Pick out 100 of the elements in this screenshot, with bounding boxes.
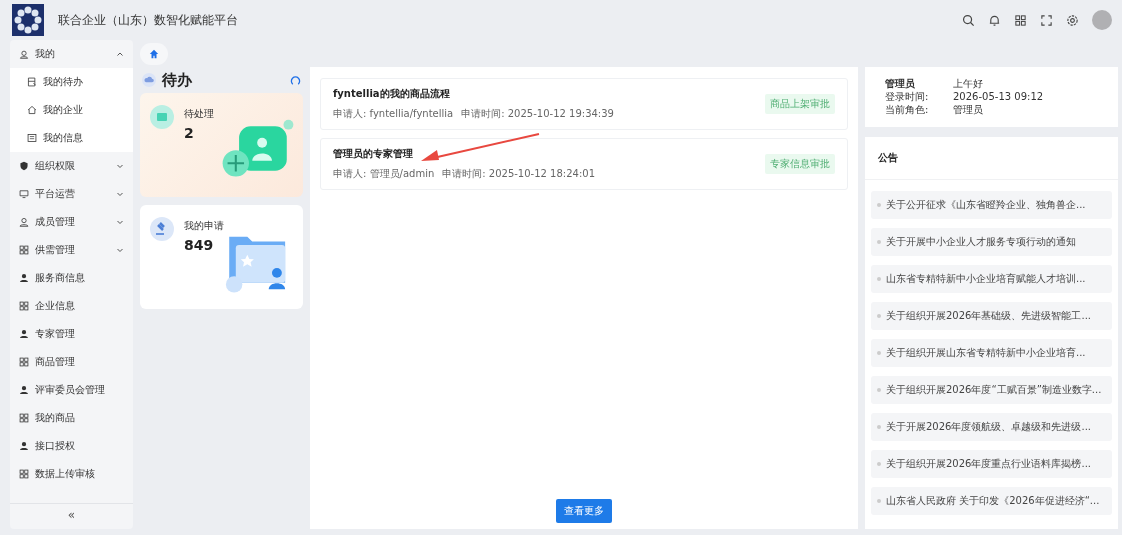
notice-item[interactable]: 关于开展中小企业人才服务专项行动的通知 (871, 228, 1112, 256)
menu-icon (19, 441, 29, 451)
menu-label: 我的信息 (43, 131, 83, 145)
notice-text: 山东省人民政府 关于印发《2026年促进经济“... (886, 494, 1100, 508)
grid-icon (19, 245, 29, 255)
menu-label: 评审委员会管理 (35, 383, 105, 397)
menu-label: 企业信息 (35, 299, 75, 313)
application-card[interactable]: 我的申请 849 (140, 205, 303, 309)
settings-icon[interactable] (1066, 13, 1079, 27)
bullet-icon (877, 351, 881, 355)
menu-label: 供需管理 (35, 243, 75, 257)
task-item[interactable]: 管理员的专家管理 申请人: 管理员/admin 申请时间: 2025-10-12 18:24:01 专家信息审批 (320, 138, 848, 190)
fullscreen-icon[interactable] (1040, 13, 1053, 27)
notice-item[interactable]: 关于公开征求《山东省瞪羚企业、独角兽企... (871, 191, 1112, 219)
app-title: 联合企业（山东）数智化赋能平台 (58, 11, 238, 29)
applicant-text: 申请人: fyntellia/fyntellia (333, 107, 454, 121)
home-icon (149, 48, 159, 59)
greeting-text: 上午好 (953, 77, 983, 90)
pending-card[interactable]: 待处理 2 (140, 93, 303, 197)
notice-item[interactable]: 山东省人民政府 关于印发《2026年促进经济“... (871, 487, 1112, 515)
menu-label: 专家管理 (35, 327, 75, 341)
menu-item[interactable]: 企业信息 (10, 292, 133, 320)
task-item[interactable]: fyntellia的我的商品流程 申请人: fyntellia/fyntellia 申请时间: 2025-10-12 19:34:39 商品上架审批 (320, 78, 848, 130)
task-title: fyntellia的我的商品流程 (333, 87, 451, 101)
menu-group[interactable]: 我的 (10, 40, 133, 68)
grid-icon[interactable] (1014, 13, 1027, 27)
notice-text: 关于开展2026年度领航级、卓越级和先进级... (886, 420, 1091, 434)
bell-icon[interactable] (988, 13, 1001, 27)
refresh-icon[interactable] (290, 74, 301, 86)
section-title: 待办 (162, 70, 192, 90)
menu-icon (19, 301, 29, 311)
view-more-button[interactable]: 查看更多 (556, 499, 612, 523)
menu-item[interactable]: 服务商信息 (10, 264, 133, 292)
notice-text: 关于公开征求《山东省瞪羚企业、独角兽企... (886, 198, 1086, 212)
menu-label: 我的商品 (35, 411, 75, 425)
menu-icon (19, 357, 29, 367)
notice-text: 山东省专精特新中小企业培育赋能人才培训... (886, 272, 1086, 286)
chevron-icon (116, 162, 124, 170)
bullet-icon (877, 425, 881, 429)
menu-group[interactable]: 成员管理 (10, 208, 133, 236)
chevron-icon (116, 218, 124, 226)
card-label: 待处理 (184, 107, 214, 121)
notice-item[interactable]: 关于开展2026年度领航级、卓越级和先进级... (871, 413, 1112, 441)
notice-text: 关于组织开展山东省专精特新中小企业培育... (886, 346, 1086, 360)
status-tag: 商品上架审批 (765, 94, 835, 114)
user-name: 管理员 (885, 77, 916, 90)
notice-text: 关于组织开展2026年基础级、先进级智能工... (886, 309, 1091, 323)
status-tag: 专家信息审批 (765, 154, 835, 174)
menu-item[interactable]: 我的信息 (10, 124, 133, 152)
notice-item[interactable]: 关于组织开展2026年基础级、先进级智能工... (871, 302, 1112, 330)
user-icon (19, 49, 29, 59)
bullet-icon (877, 499, 881, 503)
menu-label: 数据上传审核 (35, 467, 95, 481)
notice-text: 关于组织开展2026年度“工赋百景”制造业数字... (886, 383, 1102, 397)
bullet-icon (877, 203, 881, 207)
bullet-icon (877, 314, 881, 318)
menu-icon (19, 413, 29, 423)
menu-item[interactable]: 我的商品 (10, 404, 133, 432)
menu-label: 我的 (35, 47, 55, 61)
menu-item[interactable]: 数据上传审核 (10, 460, 133, 488)
gavel-icon (150, 217, 174, 241)
menu-group[interactable]: 组织权限 (10, 152, 133, 180)
menu-icon (27, 133, 37, 143)
menu-icon (19, 469, 29, 479)
home-tab[interactable] (140, 42, 168, 65)
menu-label: 组织权限 (35, 159, 75, 173)
menu-icon (19, 385, 29, 395)
menu-item[interactable]: 专家管理 (10, 320, 133, 348)
menu-label: 接口授权 (35, 439, 75, 453)
notice-item[interactable]: 关于组织开展山东省专精特新中小企业培育... (871, 339, 1112, 367)
menu-item[interactable]: 商品管理 (10, 348, 133, 376)
field-value: 管理员 (953, 103, 983, 116)
menu-label: 平台运营 (35, 187, 75, 201)
notice-text: 关于开展中小企业人才服务专项行动的通知 (886, 235, 1076, 249)
menu-label: 我的企业 (43, 103, 83, 117)
chevron-icon (116, 50, 124, 58)
search-icon[interactable] (962, 13, 975, 27)
menu-group[interactable]: 平台运营 (10, 180, 133, 208)
menu-icon (19, 329, 29, 339)
notice-title: 公告 (865, 137, 1118, 180)
menu-item[interactable]: 评审委员会管理 (10, 376, 133, 404)
card-count: 849 (184, 237, 215, 253)
menu-item[interactable]: 我的待办 (10, 68, 133, 96)
menu-group[interactable]: 供需管理 (10, 236, 133, 264)
cloud-icon (142, 73, 156, 87)
menu-item[interactable]: 我的企业 (10, 96, 133, 124)
notice-item[interactable]: 山东省专精特新中小企业培育赋能人才培训... (871, 265, 1112, 293)
field-label: 登录时间: (885, 90, 930, 103)
menu-label: 成员管理 (35, 215, 75, 229)
menu-label: 服务商信息 (35, 271, 85, 285)
menu-item[interactable]: 接口授权 (10, 432, 133, 460)
card-count: 2 (184, 125, 195, 141)
bullet-icon (877, 240, 881, 244)
notice-item[interactable]: 关于组织开展2026年度“工赋百景”制造业数字... (871, 376, 1112, 404)
user-icon (19, 217, 29, 227)
task-title: 管理员的专家管理 (333, 147, 414, 161)
time-text: 申请时间: 2025-10-12 19:34:39 (461, 107, 614, 121)
notice-item[interactable]: 关于组织开展2026年度重点行业语料库揭榜... (871, 450, 1112, 478)
menu-icon (27, 105, 37, 115)
applicant-text: 申请人: 管理员/admin (333, 167, 435, 181)
